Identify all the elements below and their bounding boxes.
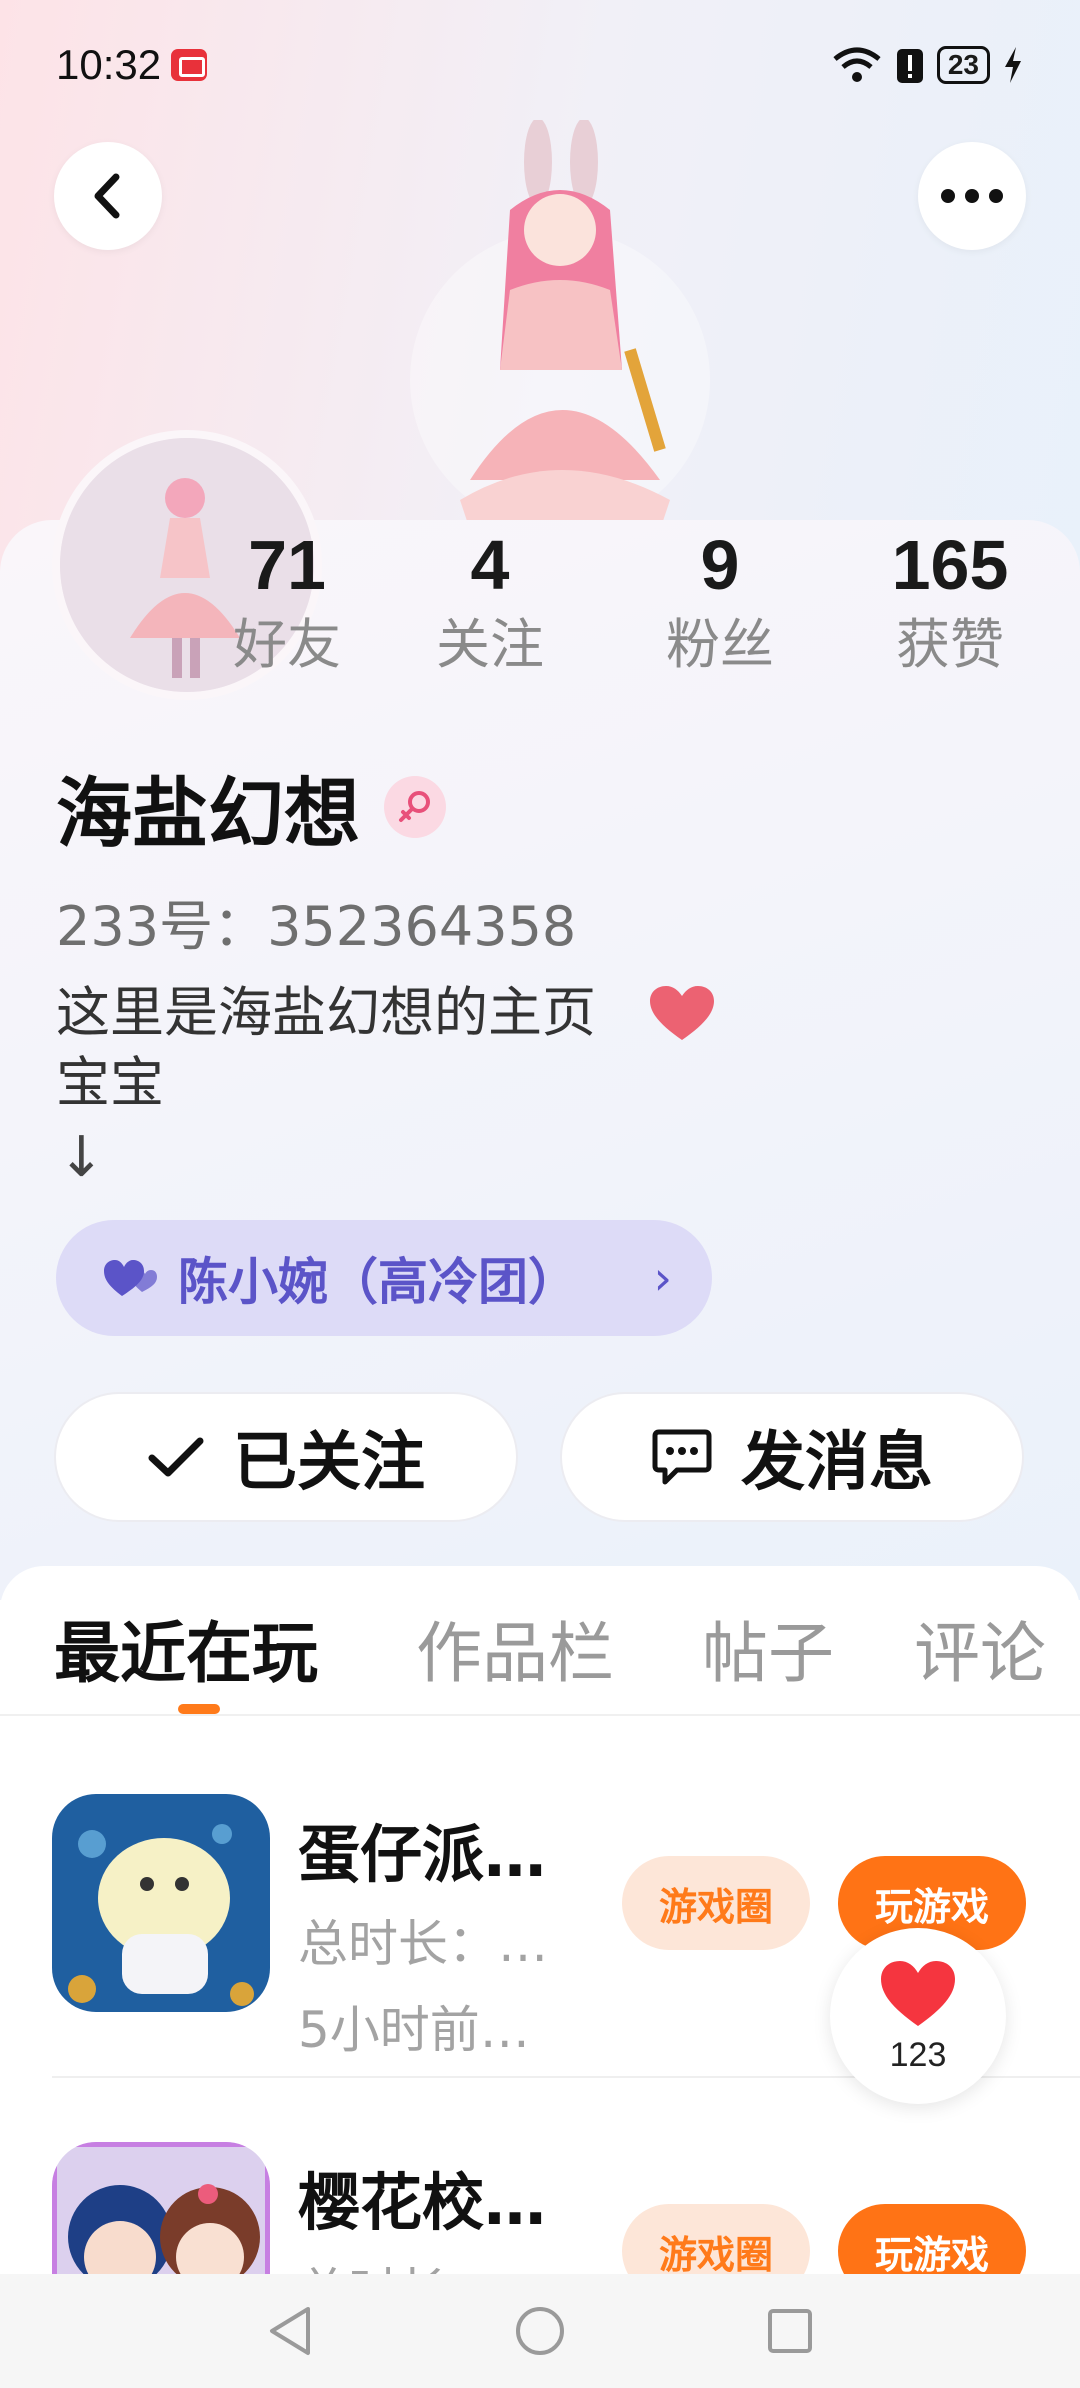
profile-character-image (410, 120, 710, 530)
wifi-icon (833, 47, 881, 82)
fan-group-tag[interactable]: 陈小婉（高冷团） › (56, 1220, 712, 1336)
game-circle-button[interactable]: 游戏圈 (622, 1856, 810, 1950)
message-button[interactable]: 发消息 (560, 1392, 1024, 1522)
like-button[interactable]: 123 (830, 1928, 1006, 2104)
tab-works[interactable]: 作品栏 (416, 1600, 614, 1696)
stat-value: 71 (248, 526, 326, 604)
tab-comments[interactable]: 评论 (914, 1600, 1046, 1696)
battery-indicator: 23 (936, 46, 990, 84)
fan-group-label: 陈小婉（高冷团） (178, 1253, 578, 1311)
more-button[interactable] (918, 142, 1026, 250)
back-triangle-icon[interactable] (266, 2305, 314, 2357)
stat-fans[interactable]: 9 粉丝 (620, 520, 820, 680)
tab-posts[interactable]: 帖子 (702, 1600, 834, 1696)
game-name: 蛋仔派… (298, 1818, 547, 1891)
stat-likes[interactable]: 165 获赞 (850, 520, 1050, 680)
system-navigation-bar (0, 2274, 1080, 2388)
check-icon (148, 1437, 204, 1477)
arrow-down-text: ↓ (58, 1125, 105, 1190)
alert-icon (896, 49, 923, 83)
chevron-left-icon (94, 173, 120, 219)
game-name: 樱花校… (298, 2166, 547, 2239)
hearts-icon (104, 1260, 157, 1296)
game-last-played: 5小时前… (298, 2001, 530, 2059)
stat-label: 获赞 (896, 613, 1004, 676)
home-circle-icon[interactable] (514, 2305, 566, 2357)
active-tab-indicator (178, 1704, 220, 1714)
chevron-right-icon: › (653, 1251, 672, 1305)
follow-button[interactable]: 已关注 (54, 1392, 518, 1522)
status-time: 10:32 (56, 41, 162, 88)
notification-app-icon (171, 49, 208, 81)
stat-value: 9 (700, 526, 740, 604)
message-label: 发消息 (741, 1426, 933, 1500)
stat-label: 粉丝 (666, 613, 774, 676)
more-dots-icon (941, 189, 1003, 203)
profile-stats: 71 好友 4 关注 9 粉丝 165 获赞 (0, 520, 1080, 700)
stat-label: 关注 (436, 613, 544, 676)
game-icon (52, 1794, 270, 2012)
female-gender-icon (384, 776, 446, 838)
user-id: 233号：352364358 (56, 895, 577, 958)
heart-icon (650, 986, 714, 1040)
username: 海盐幻想 (56, 769, 360, 858)
bio-text: 这里是海盐幻想的主页 宝宝 (56, 981, 596, 1114)
profile-tabs: 最近在玩 作品栏 帖子 评论 (0, 1600, 1080, 1716)
like-count: 123 (889, 2035, 947, 2074)
tab-recently-played[interactable]: 最近在玩 (54, 1600, 318, 1696)
charging-icon (1005, 47, 1021, 83)
stat-friends[interactable]: 71 好友 (187, 520, 387, 680)
heart-icon (881, 1960, 955, 2026)
tab-divider (0, 1714, 1080, 1716)
stat-value: 4 (470, 526, 510, 604)
chat-bubble-icon (652, 1429, 712, 1485)
status-bar: 10:32 23 (0, 0, 1080, 130)
back-button[interactable] (54, 142, 162, 250)
name-row: 海盐幻想 (56, 752, 446, 862)
recents-square-icon[interactable] (766, 2307, 814, 2355)
game-duration: 总时长：… (298, 1915, 548, 1973)
follow-label: 已关注 (233, 1426, 425, 1500)
stat-value: 165 (891, 526, 1009, 604)
stat-label: 好友 (233, 613, 341, 676)
stat-following[interactable]: 4 关注 (390, 520, 590, 680)
